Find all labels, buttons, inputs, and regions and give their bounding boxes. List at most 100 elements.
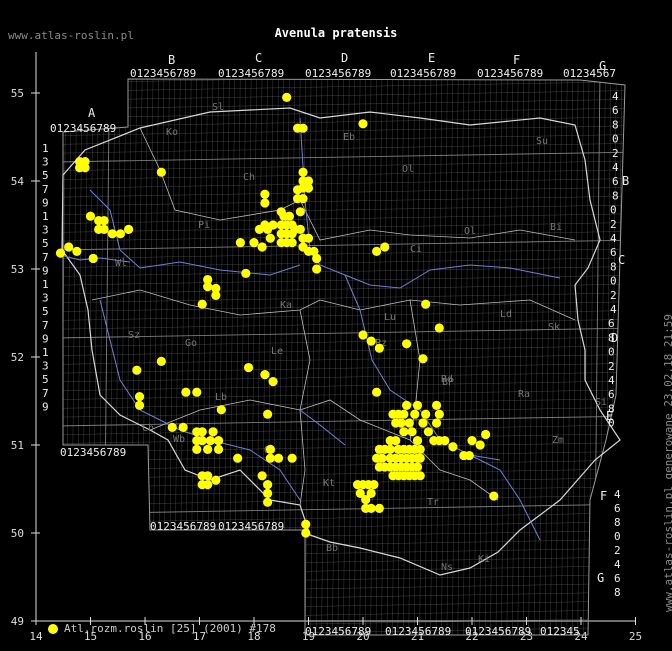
atpol-grid bbox=[62, 78, 626, 636]
occurrence-dot bbox=[396, 418, 406, 428]
occurrence-dot bbox=[377, 453, 387, 463]
right-grid-digit-low: 0 bbox=[614, 530, 621, 543]
occurrence-dot bbox=[260, 189, 270, 199]
occurrence-points bbox=[55, 92, 499, 538]
grid-letter-top: C bbox=[255, 51, 262, 65]
occurrence-dot bbox=[192, 444, 202, 454]
grid-letter-right: E bbox=[606, 409, 613, 423]
region-code: Sk bbox=[548, 322, 560, 333]
occurrence-dot bbox=[374, 343, 384, 353]
occurrence-dot bbox=[402, 339, 412, 349]
occurrence-dot bbox=[385, 444, 395, 454]
digit-row-bottom: 0123456789 bbox=[385, 625, 451, 638]
digit-row-top: 01234567 bbox=[563, 67, 616, 80]
occurrence-dot bbox=[263, 497, 273, 507]
region-code: Su bbox=[536, 136, 548, 147]
left-grid-digit: 1 bbox=[42, 210, 49, 223]
occurrence-dot bbox=[301, 519, 311, 529]
region-code: Pi bbox=[198, 220, 210, 231]
occurrence-dot bbox=[233, 453, 243, 463]
occurrence-dot bbox=[260, 198, 270, 208]
region-code: Ch bbox=[243, 172, 255, 183]
occurrence-dot bbox=[156, 356, 166, 366]
right-grid-digit: 0 bbox=[610, 275, 617, 288]
left-grid-digit: 1 bbox=[42, 346, 49, 359]
occurrence-dot bbox=[431, 400, 442, 410]
y-tick-label: 51 bbox=[11, 439, 24, 452]
occurrence-dot bbox=[489, 491, 499, 501]
occurrence-dot bbox=[358, 330, 368, 340]
generated-note: www.atlas-roslin.pl generowane 23.02.18 … bbox=[662, 313, 672, 612]
occurrence-dot bbox=[241, 268, 251, 278]
occurrence-dot bbox=[423, 427, 433, 437]
right-grid-digit-low: 4 bbox=[614, 558, 621, 571]
digit-row-bottom-1: 0123456789 bbox=[150, 520, 216, 533]
occurrence-dot bbox=[107, 229, 117, 239]
right-grid-digit: 2 bbox=[612, 147, 619, 160]
occurrence-dot bbox=[203, 480, 213, 490]
occurrence-dot bbox=[301, 528, 311, 538]
right-grid-digit-low: 6 bbox=[614, 572, 621, 585]
occurrence-dot bbox=[407, 427, 417, 437]
grid-letter-right: G bbox=[597, 571, 604, 585]
occurrence-dot bbox=[134, 400, 145, 410]
region-code: Le bbox=[271, 346, 283, 357]
distribution-map: 14 15 16 17 18 19 20 21 22 23 24 2555545352515049 A… bbox=[11, 51, 642, 643]
right-grid-digit: 6 bbox=[610, 246, 617, 259]
grid-letter-top: A bbox=[88, 106, 96, 120]
region-code: Ns bbox=[441, 562, 453, 573]
occurrence-dot bbox=[434, 323, 444, 333]
occurrence-dot bbox=[282, 92, 292, 102]
grid-letter-right: C bbox=[618, 253, 625, 267]
y-tick-label: 55 bbox=[11, 87, 24, 100]
occurrence-dot bbox=[260, 370, 270, 380]
occurrence-dot bbox=[431, 418, 442, 428]
occurrence-dot bbox=[372, 387, 382, 397]
occurrence-dot bbox=[115, 229, 126, 239]
occurrence-dot bbox=[249, 238, 259, 248]
region-code: Go bbox=[185, 338, 197, 349]
occurrence-dot bbox=[418, 354, 428, 364]
digit-row-top: 0123456789 bbox=[130, 67, 196, 80]
occurrence-dot bbox=[235, 238, 245, 248]
occurrence-dot bbox=[358, 119, 368, 129]
occurrence-dot bbox=[366, 503, 376, 513]
right-grid-digit: 6 bbox=[608, 388, 615, 401]
grid-letter-right: B bbox=[622, 174, 629, 188]
digit-row-top: 0123456789 bbox=[390, 67, 456, 80]
right-grid-digit-low: 8 bbox=[614, 586, 621, 599]
y-tick-label: 54 bbox=[11, 175, 25, 188]
occurrence-dot bbox=[268, 377, 278, 387]
digit-row-bottom: 0123456789 bbox=[305, 625, 371, 638]
occurrence-dot bbox=[412, 462, 423, 472]
occurrence-dot bbox=[265, 444, 275, 454]
occurrence-dot bbox=[197, 299, 207, 309]
region-code: Zm bbox=[552, 435, 564, 446]
region-code: Ko bbox=[166, 127, 178, 138]
right-grid-digit: 0 bbox=[610, 204, 617, 217]
grid-letter-top: F bbox=[513, 53, 520, 67]
occurrence-dot bbox=[295, 207, 305, 217]
right-grid-digit: 2 bbox=[608, 360, 615, 373]
river bbox=[299, 409, 346, 446]
occurrence-dot bbox=[467, 436, 477, 446]
occurrence-dot bbox=[197, 436, 207, 446]
occurrence-dot bbox=[287, 453, 297, 463]
right-grid-digit: 8 bbox=[610, 260, 617, 273]
left-grid-digit: 5 bbox=[42, 305, 49, 318]
x-tick-label: 14 bbox=[29, 630, 43, 643]
region-code: Bb bbox=[326, 543, 338, 554]
region-code: Ld bbox=[500, 309, 512, 320]
occurrence-dot bbox=[399, 427, 409, 437]
grid-letter-top: E bbox=[428, 51, 435, 65]
occurrence-dot bbox=[448, 442, 458, 452]
occurrence-dot bbox=[284, 211, 295, 221]
left-grid-digit: 3 bbox=[42, 224, 49, 237]
occurrence-dot bbox=[287, 238, 297, 248]
right-grid-digit: 8 bbox=[612, 189, 619, 202]
occurrence-dot bbox=[263, 480, 273, 490]
right-grid-digit: 0 bbox=[608, 346, 615, 359]
digit-row-top: 0123456789 bbox=[305, 67, 371, 80]
occurrence-dot bbox=[421, 409, 431, 419]
occurrence-dot bbox=[265, 453, 275, 463]
